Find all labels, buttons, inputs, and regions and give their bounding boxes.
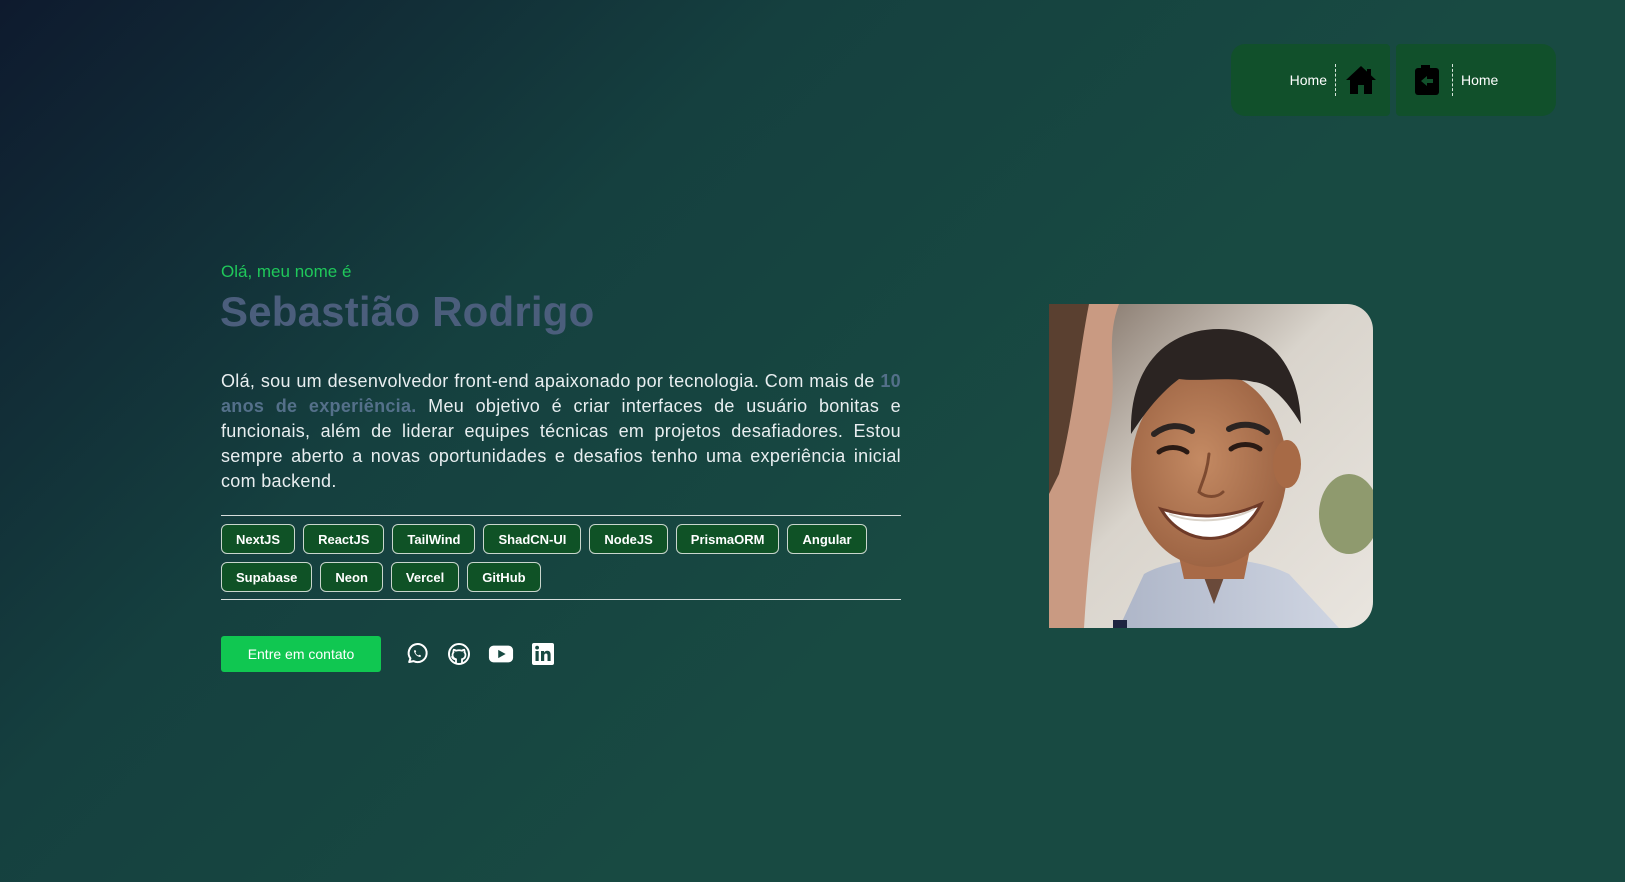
back-icon	[1410, 63, 1444, 97]
tech-tag-vercel[interactable]: Vercel	[390, 562, 460, 592]
bio-paragraph: Olá, sou um desenvolvedor front-end apai…	[221, 369, 901, 494]
nav-home-link[interactable]: Home	[1231, 44, 1390, 116]
contact-button[interactable]: Entre em contato	[221, 636, 381, 672]
whatsapp-icon[interactable]	[404, 641, 430, 667]
person-name: Sebastião Rodrigo	[220, 288, 595, 335]
tech-tag-reactjs[interactable]: ReactJS	[303, 524, 385, 554]
social-links	[404, 641, 556, 667]
github-icon[interactable]	[446, 641, 472, 667]
linkedin-icon[interactable]	[530, 641, 556, 667]
profile-photo	[1049, 304, 1373, 628]
nav-home-label: Home	[1289, 72, 1327, 88]
tech-tag-nodejs[interactable]: NodeJS	[589, 524, 668, 554]
youtube-icon[interactable]	[488, 641, 514, 667]
tech-tag-supabase[interactable]: Supabase	[221, 562, 313, 592]
tech-tag-shadcn-ui[interactable]: ShadCN-UI	[483, 524, 582, 554]
tech-tag-angular[interactable]: Angular	[787, 524, 867, 554]
nav-separator	[1452, 64, 1453, 96]
bio-text-start: Olá, sou um desenvolvedor front-end apai…	[221, 371, 881, 391]
home-icon	[1344, 63, 1378, 97]
tech-tag-nextjs[interactable]: NextJS	[221, 524, 296, 554]
nav-back-label: Home	[1461, 72, 1499, 88]
tech-tag-github[interactable]: GitHub	[467, 562, 541, 592]
tech-tag-neon[interactable]: Neon	[320, 562, 383, 592]
nav-back-link[interactable]: Home	[1396, 44, 1556, 116]
top-nav: Home Home	[1231, 44, 1556, 116]
tech-tag-tailwind[interactable]: TailWind	[392, 524, 476, 554]
nav-separator	[1335, 64, 1336, 96]
tech-tag-list: NextJS ReactJS TailWind ShadCN-UI NodeJS…	[221, 515, 901, 600]
tech-tag-prismaorm[interactable]: PrismaORM	[675, 524, 780, 554]
greeting-text: Olá, meu nome é	[221, 262, 352, 281]
